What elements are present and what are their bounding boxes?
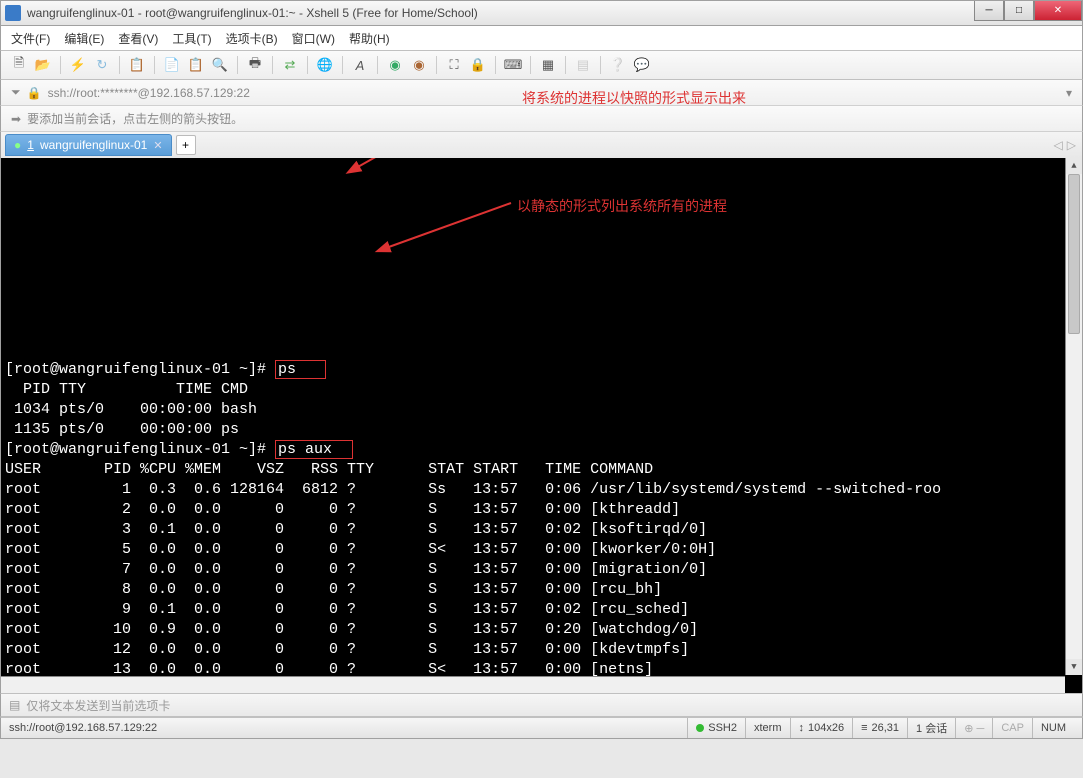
scroll-up-icon[interactable]: ▲: [1066, 158, 1082, 174]
status-cap: CAP: [992, 718, 1032, 738]
annotation-2: 以静态的形式列出系统所有的进程: [517, 196, 727, 216]
close-button[interactable]: ✕: [1034, 1, 1082, 21]
cursor-icon: ≡: [861, 722, 867, 734]
tab-prev-icon[interactable]: ◁: [1054, 138, 1063, 152]
toolbar: 🗎 📂 ⚡ ↻ 📋 📄 📋 🔍 🖶 ⇄ 🌐 A ◉ ◉ ⛶ 🔒 ⌨ ▦ ▤ ❔ …: [0, 50, 1083, 80]
app-icon: [5, 5, 21, 21]
arrow-right-icon[interactable]: ➡: [11, 112, 21, 126]
menu-0[interactable]: 文件(F): [11, 30, 50, 47]
properties-icon[interactable]: 📋: [127, 55, 147, 75]
history-icon[interactable]: ⏷: [11, 85, 21, 100]
menu-3[interactable]: 工具(T): [172, 30, 211, 47]
menu-5[interactable]: 窗口(W): [292, 30, 335, 47]
statusbar: ssh://root@192.168.57.129:22 SSH2 xterm …: [0, 717, 1083, 739]
send-icon[interactable]: ▤: [9, 698, 20, 712]
reconnect-icon[interactable]: ↻: [92, 55, 112, 75]
status-dot-icon: ●: [14, 138, 21, 152]
lock-icon[interactable]: 🔒: [468, 55, 488, 75]
status-proto: SSH2: [708, 722, 737, 734]
scroll-thumb[interactable]: [1068, 174, 1080, 334]
send-text: 仅将文本发送到当前选项卡: [26, 697, 170, 714]
horizontal-scrollbar[interactable]: [1, 676, 1065, 693]
send-bar[interactable]: ▤ 仅将文本发送到当前选项卡: [0, 693, 1083, 717]
window-title: wangruifenglinux-01 - root@wangruifengli…: [27, 6, 1078, 20]
info-bar: ➡ 要添加当前会话，点击左侧的箭头按钮。: [0, 106, 1083, 132]
layout-icon[interactable]: ▦: [538, 55, 558, 75]
menu-1[interactable]: 编辑(E): [64, 30, 104, 47]
maximize-button[interactable]: □: [1004, 1, 1034, 21]
status-term: xterm: [745, 718, 790, 738]
padlock-icon: 🔒: [27, 86, 42, 100]
tabbar: ● 1 wangruifenglinux-01 ✕ + ◁ ▷: [0, 132, 1083, 158]
menubar: 文件(F) 编辑(E) 查看(V) 工具(T) 选项卡(B) 窗口(W) 帮助(H): [0, 26, 1083, 50]
status-cursor: 26,31: [872, 722, 900, 734]
open-icon[interactable]: 📂: [33, 55, 53, 75]
spacer: ⊕ ─: [964, 722, 984, 735]
globe-icon[interactable]: 🌐: [315, 55, 335, 75]
menu-2[interactable]: 查看(V): [118, 30, 158, 47]
status-connection: ssh://root@192.168.57.129:22: [9, 722, 687, 734]
find-icon[interactable]: 🔍: [210, 55, 230, 75]
color2-icon[interactable]: ◉: [409, 55, 429, 75]
titlebar: wangruifenglinux-01 - root@wangruifengli…: [0, 0, 1083, 26]
tab-label: wangruifenglinux-01: [40, 138, 147, 152]
new-tab-button[interactable]: +: [176, 135, 196, 155]
status-sessions: 1 会话: [907, 718, 955, 738]
menu-6[interactable]: 帮助(H): [349, 30, 390, 47]
connect-icon[interactable]: ⚡: [68, 55, 88, 75]
size-icon: ↕: [799, 722, 805, 734]
new-icon[interactable]: 🗎: [9, 55, 29, 75]
terminal[interactable]: ▲ ▼ 以静态的形式列出系统所有的进程 [root@wangruifenglin…: [0, 158, 1083, 693]
status-size: 104x26: [808, 722, 844, 734]
keyboard-icon[interactable]: ⌨: [503, 55, 523, 75]
status-num: NUM: [1032, 718, 1074, 738]
color-icon[interactable]: ◉: [385, 55, 405, 75]
tab-index: 1: [27, 138, 34, 152]
address-bar[interactable]: ⏷ 🔒 ssh://root:********@192.168.57.129:2…: [0, 80, 1083, 106]
terminal-output: [root@wangruifenglinux-01 ~]# ps PID TTY…: [5, 360, 1078, 693]
vertical-scrollbar[interactable]: ▲ ▼: [1065, 158, 1082, 675]
scroll-down-icon[interactable]: ▼: [1066, 659, 1082, 675]
address-text: ssh://root:********@192.168.57.129:22: [48, 86, 250, 100]
menu-4[interactable]: 选项卡(B): [226, 30, 278, 47]
help-icon[interactable]: ❔: [608, 55, 628, 75]
font-icon[interactable]: A: [350, 55, 370, 75]
fullscreen-icon[interactable]: ⛶: [444, 55, 464, 75]
cascade-icon[interactable]: ▤: [573, 55, 593, 75]
paste-icon[interactable]: 📋: [186, 55, 206, 75]
conn-dot-icon: [696, 724, 704, 732]
about-icon[interactable]: 💬: [632, 55, 652, 75]
copy-icon[interactable]: 📄: [162, 55, 182, 75]
dropdown-icon[interactable]: ▾: [1066, 86, 1072, 100]
print-icon[interactable]: 🖶: [245, 55, 265, 75]
xftp-icon[interactable]: ⇄: [280, 55, 300, 75]
minimize-button[interactable]: ─: [974, 1, 1004, 21]
tab-close-icon[interactable]: ✕: [153, 139, 162, 152]
info-text: 要添加当前会话，点击左侧的箭头按钮。: [27, 110, 243, 127]
tab-session-1[interactable]: ● 1 wangruifenglinux-01 ✕: [5, 134, 172, 156]
tab-next-icon[interactable]: ▷: [1067, 138, 1076, 152]
